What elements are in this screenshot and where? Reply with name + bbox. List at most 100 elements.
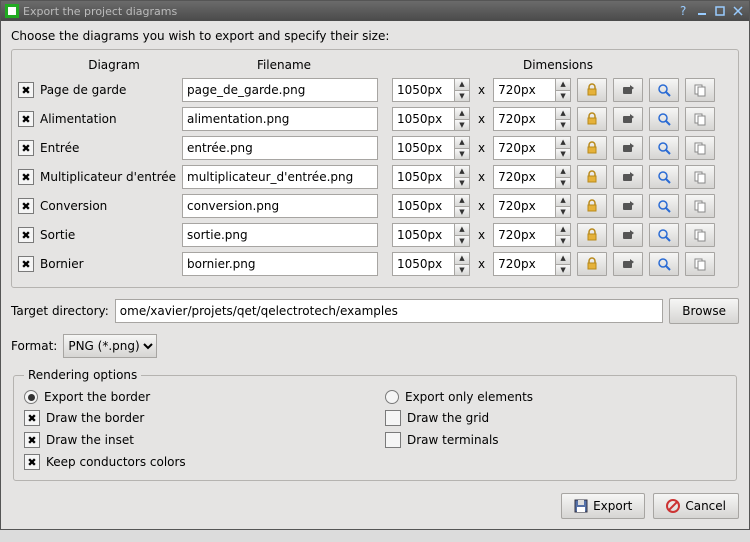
spin-up-icon[interactable]: ▲ [454, 78, 470, 90]
reset-size-button[interactable] [613, 223, 643, 247]
spin-up-icon[interactable]: ▲ [555, 107, 571, 119]
browse-button[interactable]: Browse [669, 298, 739, 324]
spin-down-icon[interactable]: ▼ [555, 264, 571, 277]
lock-aspect-button[interactable] [577, 252, 607, 276]
spin-up-icon[interactable]: ▲ [555, 136, 571, 148]
export-button[interactable]: Export [561, 493, 645, 519]
spin-down-icon[interactable]: ▼ [555, 148, 571, 161]
height-spin[interactable]: ▲▼ [493, 223, 571, 247]
reset-size-button[interactable] [613, 107, 643, 131]
export-border-radio[interactable] [24, 390, 38, 404]
spin-up-icon[interactable]: ▲ [454, 252, 470, 264]
row-select-check[interactable]: ✖ [18, 198, 34, 214]
minimize-icon[interactable] [695, 4, 709, 18]
lock-aspect-button[interactable] [577, 107, 607, 131]
row-select-check[interactable]: ✖ [18, 140, 34, 156]
reset-size-button[interactable] [613, 194, 643, 218]
height-spin[interactable]: ▲▼ [493, 194, 571, 218]
preview-button[interactable] [649, 223, 679, 247]
draw-inset-check[interactable]: ✖ [24, 432, 40, 448]
spin-down-icon[interactable]: ▼ [454, 90, 470, 103]
row-select-check[interactable]: ✖ [18, 169, 34, 185]
spin-down-icon[interactable]: ▼ [555, 177, 571, 190]
spin-up-icon[interactable]: ▲ [555, 78, 571, 90]
spin-down-icon[interactable]: ▼ [454, 148, 470, 161]
preview-button[interactable] [649, 78, 679, 102]
height-spin[interactable]: ▲▼ [493, 78, 571, 102]
draw-border-check[interactable]: ✖ [24, 410, 40, 426]
row-select-check[interactable]: ✖ [18, 82, 34, 98]
spin-up-icon[interactable]: ▲ [454, 165, 470, 177]
spin-down-icon[interactable]: ▼ [454, 177, 470, 190]
spin-up-icon[interactable]: ▲ [454, 194, 470, 206]
reset-size-button[interactable] [613, 78, 643, 102]
reset-size-button[interactable] [613, 136, 643, 160]
filename-input[interactable] [182, 194, 378, 218]
width-spin[interactable]: ▲▼ [392, 107, 470, 131]
export-elements-radio[interactable] [385, 390, 399, 404]
help-icon[interactable]: ? [677, 4, 691, 18]
spin-up-icon[interactable]: ▲ [555, 194, 571, 206]
clipboard-button[interactable] [685, 78, 715, 102]
filename-input[interactable] [182, 107, 378, 131]
cancel-button[interactable]: Cancel [653, 493, 739, 519]
maximize-icon[interactable] [713, 4, 727, 18]
width-spin[interactable]: ▲▼ [392, 165, 470, 189]
preview-button[interactable] [649, 136, 679, 160]
lock-aspect-button[interactable] [577, 223, 607, 247]
height-spin[interactable]: ▲▼ [493, 107, 571, 131]
lock-aspect-button[interactable] [577, 78, 607, 102]
reset-size-button[interactable] [613, 252, 643, 276]
spin-down-icon[interactable]: ▼ [555, 90, 571, 103]
spin-up-icon[interactable]: ▲ [454, 223, 470, 235]
row-select-check[interactable]: ✖ [18, 111, 34, 127]
height-spin[interactable]: ▲▼ [493, 252, 571, 276]
lock-aspect-button[interactable] [577, 136, 607, 160]
width-spin[interactable]: ▲▼ [392, 223, 470, 247]
clipboard-button[interactable] [685, 136, 715, 160]
preview-button[interactable] [649, 107, 679, 131]
filename-input[interactable] [182, 252, 378, 276]
reset-size-button[interactable] [613, 165, 643, 189]
lock-aspect-button[interactable] [577, 194, 607, 218]
clipboard-button[interactable] [685, 194, 715, 218]
preview-button[interactable] [649, 194, 679, 218]
target-directory-input[interactable] [115, 299, 664, 323]
filename-input[interactable] [182, 223, 378, 247]
clipboard-button[interactable] [685, 223, 715, 247]
spin-down-icon[interactable]: ▼ [454, 235, 470, 248]
clipboard-button[interactable] [685, 107, 715, 131]
width-spin[interactable]: ▲▼ [392, 78, 470, 102]
draw-terminals-check[interactable] [385, 432, 401, 448]
row-select-check[interactable]: ✖ [18, 256, 34, 272]
spin-down-icon[interactable]: ▼ [454, 264, 470, 277]
preview-button[interactable] [649, 165, 679, 189]
height-spin[interactable]: ▲▼ [493, 165, 571, 189]
spin-down-icon[interactable]: ▼ [454, 119, 470, 132]
height-spin[interactable]: ▲▼ [493, 136, 571, 160]
spin-up-icon[interactable]: ▲ [555, 252, 571, 264]
spin-up-icon[interactable]: ▲ [454, 136, 470, 148]
width-spin[interactable]: ▲▼ [392, 194, 470, 218]
spin-down-icon[interactable]: ▼ [555, 235, 571, 248]
clipboard-button[interactable] [685, 165, 715, 189]
spin-down-icon[interactable]: ▼ [454, 206, 470, 219]
spin-down-icon[interactable]: ▼ [555, 206, 571, 219]
filename-input[interactable] [182, 136, 378, 160]
keep-colors-check[interactable]: ✖ [24, 454, 40, 470]
lock-aspect-button[interactable] [577, 165, 607, 189]
filename-input[interactable] [182, 165, 378, 189]
row-select-check[interactable]: ✖ [18, 227, 34, 243]
format-select[interactable]: PNG (*.png) [63, 334, 157, 358]
spin-up-icon[interactable]: ▲ [454, 107, 470, 119]
spin-up-icon[interactable]: ▲ [555, 223, 571, 235]
draw-grid-check[interactable] [385, 410, 401, 426]
width-spin[interactable]: ▲▼ [392, 136, 470, 160]
width-spin[interactable]: ▲▼ [392, 252, 470, 276]
spin-up-icon[interactable]: ▲ [555, 165, 571, 177]
spin-down-icon[interactable]: ▼ [555, 119, 571, 132]
clipboard-button[interactable] [685, 252, 715, 276]
close-icon[interactable] [731, 4, 745, 18]
preview-button[interactable] [649, 252, 679, 276]
filename-input[interactable] [182, 78, 378, 102]
